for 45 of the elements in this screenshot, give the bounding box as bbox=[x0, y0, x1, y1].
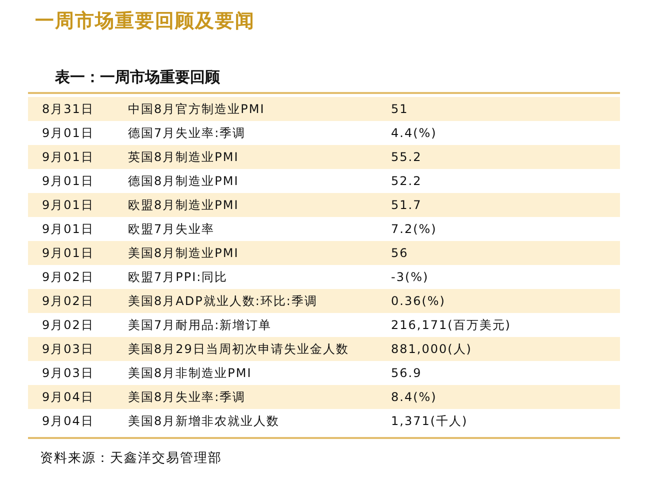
event-cell-text: 美国8月新增非农就业人数 bbox=[128, 412, 281, 430]
value-cell-text: 8.4(%) bbox=[391, 390, 438, 404]
date-cell-text: 9月01日 bbox=[41, 220, 95, 238]
value-cell-text: 1,371(千人) bbox=[391, 412, 469, 430]
date-cell-text: 9月03日 bbox=[41, 340, 95, 358]
event-cell-text: 德国7月失业率:季调 bbox=[128, 124, 247, 142]
date-cell-text: 9月04日 bbox=[41, 412, 95, 430]
date-cell-text: 9月03日 bbox=[41, 364, 95, 382]
value-cell-text: 881,000(人) bbox=[391, 340, 473, 358]
date-cell-text: 9月04日 bbox=[41, 388, 95, 406]
date-cell-text: 9月01日 bbox=[41, 172, 95, 190]
date-cell-text: 9月01日 bbox=[41, 196, 95, 214]
date-cell-text: 9月01日 bbox=[41, 148, 95, 166]
table-caption: 表一：一周市场重要回顾 bbox=[54, 68, 221, 88]
value-cell-text: 51 bbox=[391, 102, 410, 116]
value-cell-text: 0.36(%) bbox=[391, 294, 446, 308]
event-cell-text: 美国8月ADP就业人数:环比:季调 bbox=[128, 292, 318, 310]
event-cell-text: 美国8月29日当周初次申请失业金人数 bbox=[128, 340, 350, 358]
date-cell-text: 9月01日 bbox=[41, 244, 95, 262]
date-cell-text: 9月02日 bbox=[41, 316, 95, 334]
event-cell-text: 欧盟7月PPI:同比 bbox=[128, 268, 229, 286]
date-cell-text: 9月02日 bbox=[41, 268, 95, 286]
event-cell-text: 欧盟7月失业率 bbox=[128, 220, 216, 238]
value-cell-text: 216,171(百万美元) bbox=[391, 316, 512, 334]
event-cell-text: 美国7月耐用品:新增订单 bbox=[128, 316, 273, 334]
value-cell-text: 7.2(%) bbox=[391, 222, 438, 236]
event-cell-text: 美国8月制造业PMI bbox=[128, 244, 240, 262]
date-cell-text: 9月01日 bbox=[41, 124, 95, 142]
event-cell-text: 英国8月制造业PMI bbox=[128, 148, 240, 166]
value-cell-text: 4.4(%) bbox=[391, 126, 438, 140]
event-cell-text: 德国8月制造业PMI bbox=[128, 172, 240, 190]
value-cell-text: 56.9 bbox=[391, 366, 423, 380]
date-cell-text: 9月02日 bbox=[41, 292, 95, 310]
date-cell-text: 8月31日 bbox=[41, 100, 95, 118]
value-cell-text: 56 bbox=[391, 246, 410, 260]
event-cell-text: 欧盟8月制造业PMI bbox=[128, 196, 240, 214]
value-cell-text: -3(%) bbox=[391, 270, 430, 284]
value-cell-text: 52.2 bbox=[391, 174, 423, 188]
value-cell-text: 55.2 bbox=[391, 150, 423, 164]
value-cell-text: 51.7 bbox=[391, 198, 423, 212]
event-cell-text: 美国8月非制造业PMI bbox=[128, 364, 253, 382]
event-cell-text: 美国8月失业率:季调 bbox=[128, 388, 247, 406]
event-cell-text: 中国8月官方制造业PMI bbox=[128, 100, 266, 118]
page-title: 一周市场重要回顾及要闻 bbox=[34, 9, 256, 34]
source-note: 资料来源：天鑫洋交易管理部 bbox=[39, 450, 223, 467]
